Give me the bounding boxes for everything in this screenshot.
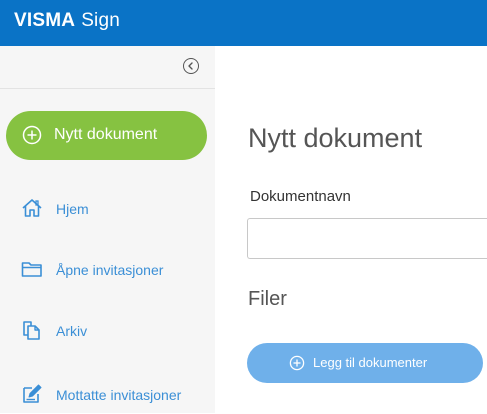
edit-document-icon [23, 384, 42, 403]
sidebar-item-archive[interactable]: Arkiv [0, 310, 215, 350]
add-documents-button[interactable]: Legg til dokumenter [247, 343, 483, 383]
documents-icon [23, 321, 40, 340]
top-bar: VISMA Sign [0, 0, 487, 46]
brand-name: VISMA [14, 10, 76, 31]
main-content: Nytt dokument Dokumentnavn Filer Legg ti… [215, 46, 487, 413]
home-icon [22, 199, 42, 217]
sidebar-item-label: Arkiv [56, 323, 88, 339]
document-name-input[interactable] [247, 218, 487, 259]
plus-circle-icon [22, 125, 42, 145]
files-heading: Filer [248, 288, 287, 310]
brand-product: Sign [81, 10, 121, 31]
collapse-sidebar-button[interactable] [183, 58, 199, 74]
new-document-label: Nytt dokument [54, 126, 158, 143]
sidebar-item-label: Mottatte invitasjoner [56, 387, 182, 403]
sidebar: Nytt dokument Hjem Åpne invitasjoner Ark… [0, 46, 215, 413]
sidebar-item-home[interactable]: Hjem [0, 188, 215, 228]
chevron-left-icon [188, 62, 193, 70]
sidebar-item-label: Hjem [56, 201, 89, 217]
sidebar-header [0, 46, 215, 89]
document-name-label: Dokumentnavn [250, 188, 351, 205]
new-document-button[interactable]: Nytt dokument [6, 111, 207, 160]
plus-circle-icon [289, 355, 305, 371]
brand-logo[interactable]: VISMA Sign [14, 9, 120, 33]
folder-icon [21, 262, 42, 277]
add-documents-label: Legg til dokumenter [313, 355, 428, 370]
sidebar-item-label: Åpne invitasjoner [56, 262, 164, 278]
sidebar-item-received-invitations[interactable]: Mottatte invitasjoner [0, 374, 215, 414]
page-title: Nytt dokument [248, 123, 423, 153]
sidebar-item-open-invitations[interactable]: Åpne invitasjoner [0, 249, 215, 289]
